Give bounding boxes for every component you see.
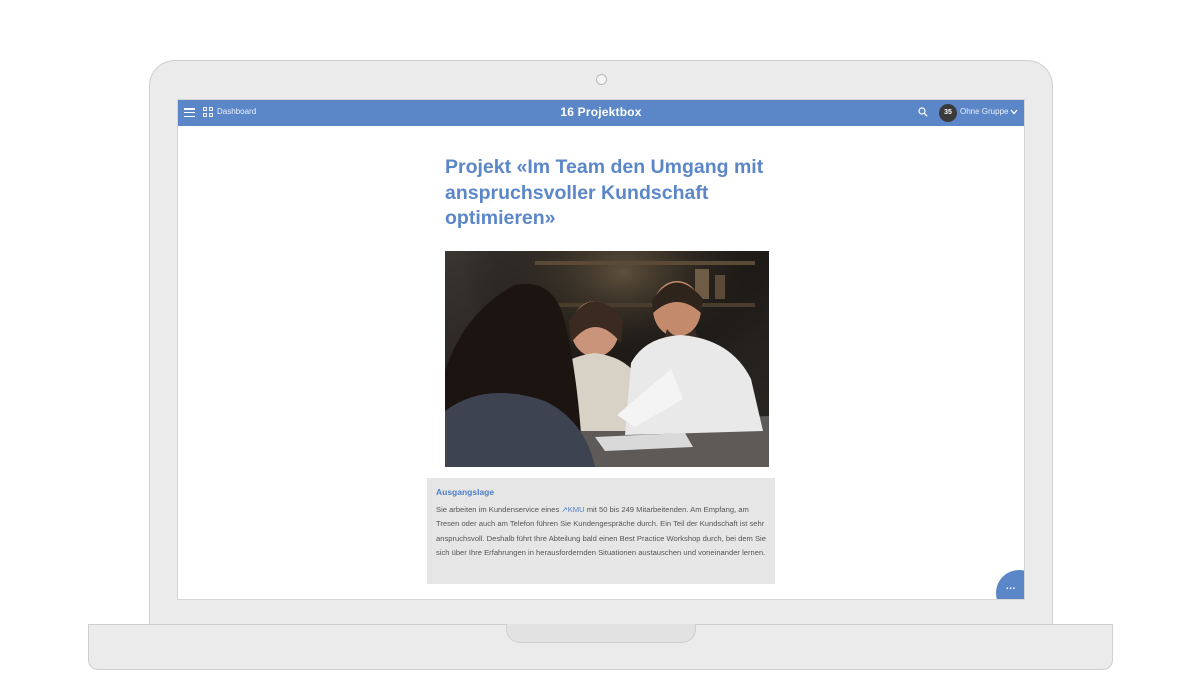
situation-text: Sie arbeiten im Kundenservice eines ↗KMU… bbox=[436, 503, 766, 561]
laptop-screen: Dashboard 16 Projektbox 35 Ohne Gruppe P… bbox=[177, 99, 1025, 600]
situation-box: Ausgangslage Sie arbeiten im Kundenservi… bbox=[427, 478, 775, 584]
title-line: Projekt «Im Team den Umgang mit bbox=[445, 156, 764, 178]
title-line: anspruchsvoller Kundschaft bbox=[445, 181, 709, 204]
group-selector[interactable]: Ohne Gruppe bbox=[960, 107, 1008, 116]
page-title: 16 Projektbox bbox=[560, 105, 642, 119]
situation-heading: Ausgangslage bbox=[436, 487, 495, 497]
count-badge[interactable]: 35 bbox=[939, 104, 957, 122]
project-title: Projekt «Im Team den Umgang mit anspruch… bbox=[445, 155, 785, 232]
camera-dot bbox=[596, 74, 607, 85]
text-segment: Sie arbeiten im Kundenservice eines bbox=[436, 505, 562, 514]
title-line: optimieren» bbox=[445, 207, 556, 229]
more-actions-button[interactable]: ... bbox=[996, 570, 1024, 599]
kmu-link[interactable]: ↗KMU bbox=[561, 505, 584, 514]
chevron-down-icon[interactable] bbox=[1010, 109, 1018, 115]
app-header: Dashboard 16 Projektbox 35 Ohne Gruppe bbox=[178, 100, 1024, 126]
laptop-notch bbox=[506, 624, 696, 643]
more-icon: ... bbox=[1006, 581, 1016, 592]
meeting-photo bbox=[445, 251, 769, 467]
search-icon[interactable] bbox=[918, 107, 928, 117]
